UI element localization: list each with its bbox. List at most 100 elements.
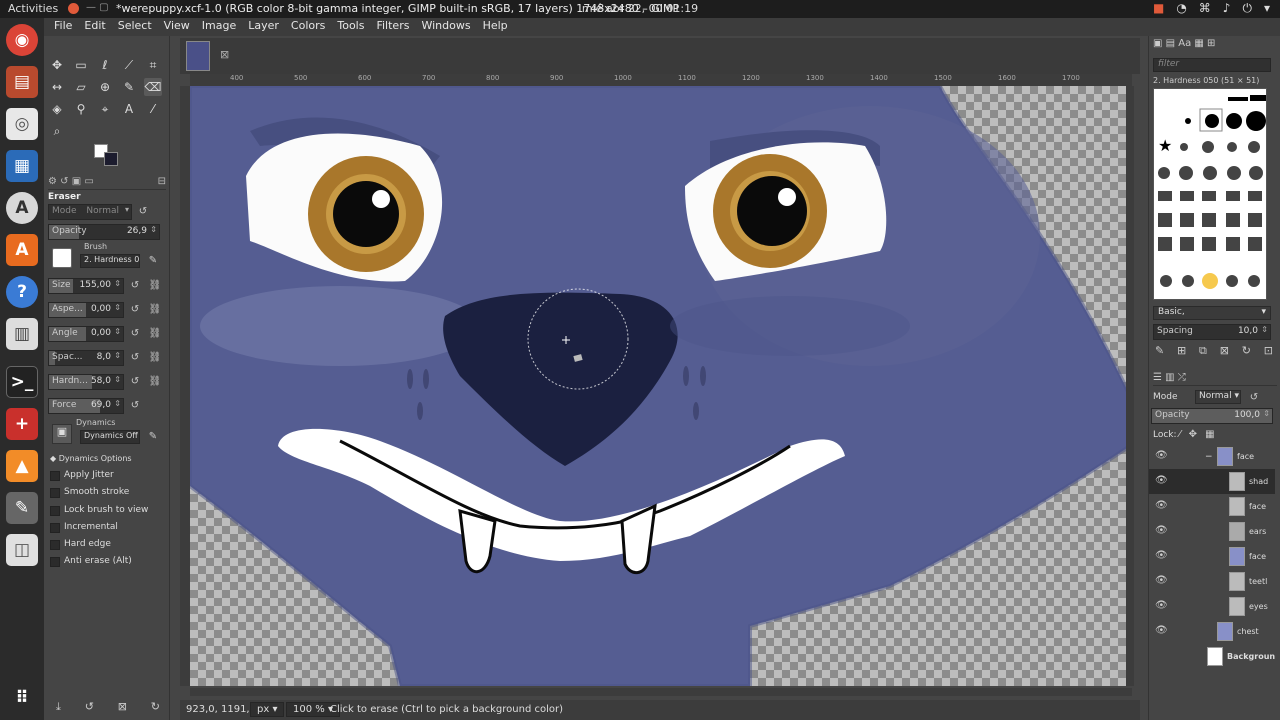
hardness-slider[interactable]: Hardn... 58,0 ⇕	[48, 374, 124, 390]
layer-row[interactable]: 👁 ears	[1149, 519, 1275, 544]
store-icon[interactable]: A	[6, 234, 38, 266]
edit-dynamics-icon[interactable]: ✎	[146, 430, 160, 444]
lasso-tool-icon[interactable]: ℓ	[96, 56, 114, 74]
restore-options-icon[interactable]: ↺	[85, 700, 94, 714]
layer-row[interactable]: 👁 chest	[1149, 619, 1275, 644]
menu-image[interactable]: Image	[196, 18, 242, 36]
zoom-tool-icon[interactable]: ⌕	[48, 122, 66, 140]
unit-select[interactable]: px ▾	[250, 702, 285, 717]
system-tray[interactable]: ■ ◔ ⌘ ♪ ⏻ ▾	[1153, 1, 1270, 16]
bucket-tool-icon[interactable]: ◈	[48, 100, 66, 118]
menu-help[interactable]: Help	[477, 18, 514, 36]
brush-filter-input[interactable]: filter	[1153, 58, 1271, 72]
fuzzy-select-tool-icon[interactable]: ⟋	[120, 56, 138, 74]
layer-row[interactable]: 👁 teetl	[1149, 569, 1275, 594]
vertical-ruler[interactable]	[180, 86, 190, 686]
menu-edit[interactable]: Edit	[78, 18, 111, 36]
edit-brush-icon[interactable]: ✎	[146, 254, 160, 268]
reset-spacing-icon[interactable]: ↺	[128, 351, 142, 365]
help-icon[interactable]: ?	[6, 276, 38, 308]
edit-brush-action-icon[interactable]: ✎	[1155, 344, 1164, 358]
path-tool-icon[interactable]: ⌖	[96, 100, 114, 118]
reset-hardness-icon[interactable]: ↺	[128, 375, 142, 389]
screencast-icon[interactable]: ■	[1153, 1, 1164, 16]
brush-name[interactable]: 2. Hardness 05	[80, 254, 140, 268]
eraser-tool-icon[interactable]: ⌫	[144, 78, 162, 96]
power-icon[interactable]: ⏻	[1242, 1, 1252, 16]
brush-spacing-slider[interactable]: Spacing 10,0 ⇕	[1153, 324, 1271, 340]
crop-tool-icon[interactable]: ⌗	[144, 56, 162, 74]
disk-icon[interactable]: ◎	[6, 108, 38, 140]
activities-button[interactable]: Activities	[8, 2, 58, 15]
angle-slider[interactable]: Angle 0,00 ⇕	[48, 326, 124, 342]
menu-view[interactable]: View	[158, 18, 196, 36]
horizontal-ruler[interactable]: 400 500 600 700 800 900 1000 1100 1200 1…	[190, 74, 1132, 86]
menu-windows[interactable]: Windows	[415, 18, 476, 36]
visibility-eye-icon[interactable]: 👁	[1155, 450, 1168, 461]
delete-options-icon[interactable]: ⊠	[118, 700, 127, 714]
menu-tools[interactable]: Tools	[331, 18, 370, 36]
screenshot-icon[interactable]: ◫	[6, 534, 38, 566]
reset-mode-icon[interactable]: ↺	[136, 205, 150, 219]
vlc-icon[interactable]: ▲	[6, 450, 38, 482]
duplicate-brush-icon[interactable]: ⧉	[1199, 344, 1207, 358]
spacing-slider[interactable]: Spac... 8,0 ⇕	[48, 350, 124, 366]
force-slider[interactable]: Force 69,0 ⇕	[48, 398, 124, 414]
brush-grid[interactable]: ★	[1153, 88, 1267, 300]
layer-group-toggle-icon[interactable]: −	[1205, 452, 1213, 462]
opacity-slider[interactable]: Opacity 26,9 ⇕	[48, 224, 160, 240]
dynamics-preview-icon[interactable]: ▣	[52, 424, 72, 444]
reset-size-icon[interactable]: ↺	[128, 279, 142, 293]
size-slider[interactable]: Size 155,00 ⇕	[48, 278, 124, 294]
rect-select-tool-icon[interactable]: ▭	[72, 56, 90, 74]
layer-opacity-slider[interactable]: Opacity 100,0 ⇕	[1151, 408, 1273, 424]
layer-row[interactable]: 👁 face	[1149, 494, 1275, 519]
mode-select[interactable]: Mode Normal ▾	[48, 204, 132, 220]
volume-icon[interactable]: ♪	[1223, 1, 1231, 16]
tool-options-tabs[interactable]: ⚙ ↺ ▣ ▭ ⊟	[48, 176, 166, 190]
reset-options-icon[interactable]: ↻	[151, 700, 160, 714]
reset-angle-icon[interactable]: ↺	[128, 327, 142, 341]
clone-tool-icon[interactable]: ⊕	[96, 78, 114, 96]
files-icon[interactable]: ▤	[6, 66, 38, 98]
move-tool-icon[interactable]: ✥	[48, 56, 66, 74]
chrome-icon[interactable]: ◉	[6, 24, 38, 56]
show-apps-icon[interactable]: ⠿	[6, 682, 38, 714]
gimp-icon[interactable]: ✎	[6, 492, 38, 524]
visibility-eye-icon[interactable]: 👁	[1155, 525, 1168, 536]
lock-brush-checkbox[interactable]	[50, 506, 60, 516]
visibility-eye-icon[interactable]: 👁	[1155, 625, 1168, 636]
brushes-tabs[interactable]: ▣ ▤ Aa ▦ ⊞	[1153, 38, 1277, 52]
update-icon[interactable]: ◔	[1176, 1, 1186, 16]
refresh-brushes-icon[interactable]: ↻	[1242, 344, 1251, 358]
horizontal-scrollbar[interactable]	[190, 688, 1132, 696]
reset-force-icon[interactable]: ↺	[128, 399, 142, 413]
lock-pixels-icon[interactable]: ⁄	[1179, 429, 1181, 440]
visibility-eye-icon[interactable]: 👁	[1155, 600, 1168, 611]
layer-row[interactable]: 👁 face	[1149, 544, 1275, 569]
vertical-scrollbar[interactable]	[1126, 86, 1134, 686]
calculator-icon[interactable]: ▥	[6, 318, 38, 350]
smudge-tool-icon[interactable]: ⚲	[72, 100, 90, 118]
paintbrush-tool-icon[interactable]: ✎	[120, 78, 138, 96]
menu-filters[interactable]: Filters	[370, 18, 415, 36]
menu-select[interactable]: Select	[112, 18, 158, 36]
software-icon[interactable]: A	[6, 192, 38, 224]
dynamics-options-expander[interactable]: ◆ Dynamics Options	[50, 454, 132, 463]
layer-row[interactable]: Backgroun	[1149, 644, 1275, 669]
layers-tabs[interactable]: ☰ ▥ ⤮	[1153, 372, 1277, 386]
menu-arrow-icon[interactable]: ▾	[1264, 1, 1270, 16]
layer-mode-select[interactable]: Normal ▾	[1195, 390, 1241, 404]
open-brush-icon[interactable]: ⊡	[1264, 344, 1273, 358]
window-controls-icon[interactable]: — ▢	[86, 2, 109, 13]
brush-preview[interactable]	[52, 248, 72, 268]
close-window-button[interactable]	[68, 3, 79, 14]
lock-position-icon[interactable]: ✥	[1189, 429, 1197, 440]
background-color-swatch[interactable]	[104, 152, 118, 166]
text-tool-icon[interactable]: A	[120, 100, 138, 118]
link-hardness-icon[interactable]: ⛓	[148, 375, 162, 389]
dynamics-name[interactable]: Dynamics Off	[80, 430, 140, 444]
link-spacing-icon[interactable]: ⛓	[148, 351, 162, 365]
image-canvas[interactable]	[190, 86, 1132, 686]
aspect-slider[interactable]: Aspe... 0,00 ⇕	[48, 302, 124, 318]
